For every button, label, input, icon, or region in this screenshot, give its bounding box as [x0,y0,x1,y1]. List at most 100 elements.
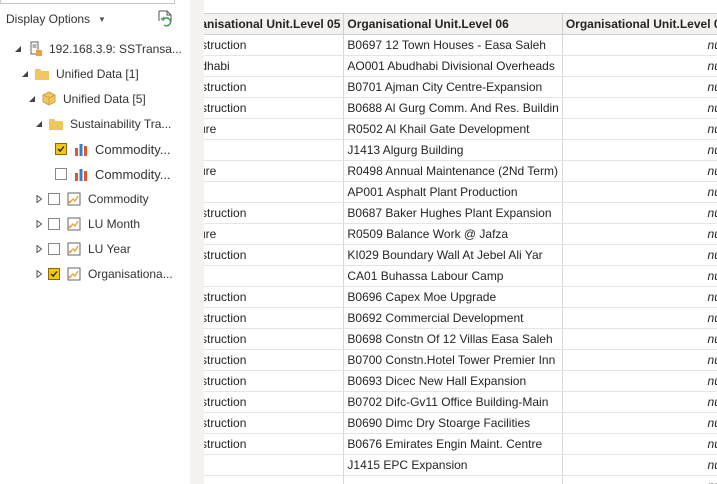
table-cell[interactable]: null [562,412,717,434]
table-cell[interactable]: B0700 Constn.Hotel Tower Premier Inn [343,349,563,371]
table-row[interactable]: ConstructionB0692 Commercial Development… [204,307,717,329]
table-cell[interactable]: null [562,181,717,203]
table-cell[interactable]: R0502 Al Khail Gate Development [343,118,563,140]
expanded-triangle-icon[interactable] [13,44,23,54]
column-header[interactable]: Organisational Unit.Level 06 [343,13,563,35]
table-cell[interactable]: B0698 Constn Of 12 Villas Easa Saleh [343,328,563,350]
table-cell[interactable]: ructure [204,118,345,140]
table-cell[interactable]: null [562,34,717,56]
table-cell[interactable]: Construction [204,244,345,266]
table-cell[interactable]: Construction [204,391,345,413]
collapsed-triangle-icon[interactable] [34,269,44,279]
table-cell[interactable]: Construction [204,202,345,224]
table-cell[interactable]: null [562,76,717,98]
table-cell[interactable]: ructure [204,223,345,245]
table-cell[interactable]: AP001 Asphalt Plant Production [343,181,563,203]
table-cell[interactable]: null [562,454,717,476]
table-cell[interactable]: null [562,349,717,371]
expanded-triangle-icon[interactable] [20,69,30,79]
table-row[interactable]: ConstructionB0693 Dicec New Hall Expansi… [204,370,717,392]
table-row[interactable]: ructureR0502 Al Khail Gate Developmentnu… [204,118,717,140]
table-cell[interactable]: null [562,433,717,455]
collapsed-triangle-icon[interactable] [34,219,44,229]
table-cell[interactable] [204,454,345,476]
table-cell[interactable]: B0702 Difc-Gv11 Office Building-Main [343,391,563,413]
table-row[interactable]: J1415 EPC Expansionnull [204,454,717,476]
display-options-dropdown[interactable]: Display Options ▼ [6,12,106,26]
table-cell[interactable]: null [562,202,717,224]
table-cell[interactable] [204,181,345,203]
table-cell[interactable]: null [562,286,717,308]
table-cell[interactable]: B0693 Dicec New Hall Expansion [343,370,563,392]
table-row[interactable]: null [204,475,717,484]
expanded-triangle-icon[interactable] [34,119,44,129]
table-cell[interactable]: B0697 12 Town Houses - Easa Saleh [343,34,563,56]
table-row[interactable]: ConstructionB0687 Baker Hughes Plant Exp… [204,202,717,224]
collapsed-triangle-icon[interactable] [34,244,44,254]
table-row[interactable]: ructureR0498 Annual Maintenance (2Nd Ter… [204,160,717,182]
tree-node-commodity-measure-1[interactable]: Commodity... [55,138,171,160]
checkbox-checked[interactable] [48,268,60,280]
table-row[interactable]: ConstructionKI029 Boundary Wall At Jebel… [204,244,717,266]
tree-node-organisational-unit[interactable]: Organisationa... [34,263,173,285]
table-cell[interactable]: null [562,265,717,287]
table-cell[interactable]: CA01 Buhassa Labour Camp [343,265,563,287]
checkbox-unchecked[interactable] [48,243,60,255]
table-cell[interactable] [204,139,345,161]
table-cell[interactable]: Construction [204,328,345,350]
table-cell[interactable] [204,265,345,287]
table-row[interactable]: ConstructionB0701 Ajman City Centre-Expa… [204,76,717,98]
column-header[interactable]: Organisational Unit.Level 05 [204,13,345,35]
table-cell[interactable]: null [562,55,717,77]
table-cell[interactable]: null [562,244,717,266]
table-cell[interactable]: B0690 Dimc Dry Stoarge Facilities [343,412,563,434]
table-row[interactable]: CA01 Buhassa Labour Campnull [204,265,717,287]
table-cell[interactable]: KI029 Boundary Wall At Jebel Ali Yar [343,244,563,266]
table-cell[interactable]: null [562,475,717,484]
table-cell[interactable]: ructure [204,160,345,182]
table-cell[interactable]: Construction [204,97,345,119]
table-row[interactable]: AP001 Asphalt Plant Productionnull [204,181,717,203]
table-cell[interactable]: null [562,370,717,392]
table-cell[interactable] [343,475,563,484]
table-cell[interactable]: null [562,160,717,182]
tree-node-server[interactable]: 192.168.3.9: SSTransa... [13,38,182,60]
checkbox-unchecked[interactable] [55,168,67,180]
table-cell[interactable]: null [562,97,717,119]
refresh-icon[interactable] [156,10,174,28]
table-cell[interactable] [204,475,345,484]
tree-node-unified-data-5[interactable]: Unified Data [5] [27,88,146,110]
navigator-search-box[interactable] [0,0,175,4]
table-cell[interactable]: B0696 Capex Moe Upgrade [343,286,563,308]
tree-node-commodity[interactable]: Commodity [34,188,149,210]
table-row[interactable]: ConstructionB0702 Difc-Gv11 Office Build… [204,391,717,413]
checkbox-unchecked[interactable] [48,193,60,205]
table-cell[interactable]: B0692 Commercial Development [343,307,563,329]
table-cell[interactable]: Construction [204,349,345,371]
tree-node-unified-data-1[interactable]: Unified Data [1] [20,63,139,85]
pane-splitter[interactable] [190,0,204,484]
table-row[interactable]: ructureR0509 Balance Work @ Jafzanull [204,223,717,245]
table-cell[interactable]: R0498 Annual Maintenance (2Nd Term) [343,160,563,182]
table-cell[interactable]: Construction [204,433,345,455]
table-cell[interactable]: Construction [204,370,345,392]
table-cell[interactable]: null [562,139,717,161]
table-cell[interactable]: B0687 Baker Hughes Plant Expansion [343,202,563,224]
tree-node-lu-year[interactable]: LU Year [34,238,131,260]
table-cell[interactable]: Abudhabi [204,55,345,77]
table-cell[interactable]: null [562,391,717,413]
table-cell[interactable]: Construction [204,412,345,434]
table-cell[interactable]: J1415 EPC Expansion [343,454,563,476]
table-cell[interactable]: B0688 Al Gurg Comm. And Res. Buildin [343,97,563,119]
table-cell[interactable]: null [562,307,717,329]
table-cell[interactable]: null [562,223,717,245]
table-cell[interactable]: Construction [204,286,345,308]
table-row[interactable]: J1413 Algurg Buildingnull [204,139,717,161]
table-cell[interactable]: Construction [204,307,345,329]
table-row[interactable]: ConstructionB0676 Emirates Engin Maint. … [204,433,717,455]
checkbox-checked[interactable] [55,143,67,155]
table-row[interactable]: ConstructionB0688 Al Gurg Comm. And Res.… [204,97,717,119]
table-row[interactable]: ConstructionB0697 12 Town Houses - Easa … [204,34,717,56]
checkbox-unchecked[interactable] [48,218,60,230]
table-cell[interactable]: AO001 Abudhabi Divisional Overheads [343,55,563,77]
